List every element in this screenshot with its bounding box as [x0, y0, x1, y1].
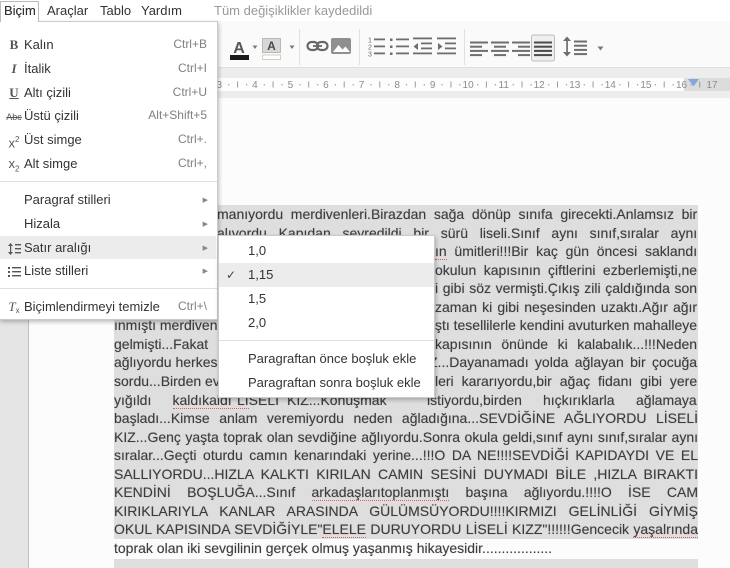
svg-text:8: 8 [394, 80, 400, 91]
svg-text:5: 5 [288, 80, 294, 91]
svg-text:A: A [233, 40, 245, 57]
svg-text:11: 11 [499, 80, 510, 91]
svg-text:13: 13 [569, 80, 581, 91]
svg-text:15: 15 [640, 80, 652, 91]
svg-text:4: 4 [252, 80, 258, 91]
svg-text:14: 14 [605, 80, 617, 91]
svg-text:1: 1 [368, 38, 372, 45]
svg-text:12: 12 [534, 80, 546, 91]
svg-text:10: 10 [463, 80, 475, 91]
svg-text:6: 6 [323, 80, 329, 91]
svg-text:3: 3 [368, 52, 372, 59]
svg-text:9: 9 [430, 80, 436, 91]
svg-text:7: 7 [359, 80, 365, 91]
svg-text:16: 16 [676, 80, 688, 91]
svg-text:A: A [267, 39, 276, 53]
svg-text:2: 2 [368, 45, 372, 52]
